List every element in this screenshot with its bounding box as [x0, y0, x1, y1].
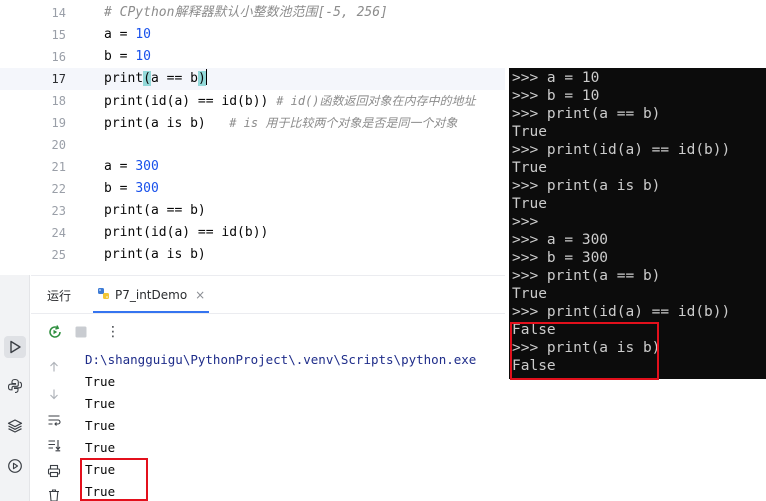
- console-output-line: True: [85, 440, 116, 455]
- terminal-line: True: [512, 160, 547, 176]
- line-number: 23: [51, 204, 66, 218]
- code-line-19[interactable]: 19 print(a is b) # is 用于比较两个对象是否是同一个对象: [0, 112, 505, 134]
- python-console-icon[interactable]: [4, 375, 26, 397]
- code-statement: print(a == b): [104, 203, 206, 218]
- line-number: 22: [51, 182, 66, 196]
- services-icon[interactable]: [4, 455, 26, 477]
- line-number: 15: [51, 28, 66, 42]
- code-line-15[interactable]: 15 a = 10: [0, 24, 505, 46]
- code-statement: print(a is b) # is 用于比较两个对象是否是同一个对象: [104, 116, 458, 131]
- tab-label: P7_intDemo: [115, 288, 188, 302]
- code-statement: print(a == b): [104, 69, 207, 86]
- highlight-box-terminal: [510, 322, 659, 380]
- terminal-line: True: [512, 124, 547, 140]
- paren-match-open: (: [143, 71, 151, 86]
- line-number: 19: [51, 116, 66, 130]
- run-window-title: 运行: [47, 289, 72, 303]
- run-toolbar: ⋮: [31, 313, 505, 349]
- code-line-22[interactable]: 22 b = 300: [0, 178, 505, 200]
- code-line-16[interactable]: 16 b = 10: [0, 46, 505, 68]
- console-output-line: True: [85, 374, 116, 389]
- arrow-down-icon[interactable]: [45, 385, 63, 403]
- console-output-line: True: [85, 396, 116, 411]
- line-number: 16: [51, 50, 66, 64]
- code-editor[interactable]: 14 # CPython解释器默认小整数池范围[-5, 256] 15 a = …: [0, 0, 505, 275]
- tab-close-icon[interactable]: ×: [195, 288, 205, 302]
- trash-icon[interactable]: [45, 486, 63, 501]
- code-comment: # CPython解释器默认小整数池范围[-5, 256]: [104, 5, 388, 20]
- code-line-25[interactable]: 25 print(a is b): [0, 244, 505, 266]
- line-number: 24: [51, 226, 66, 240]
- code-line-24[interactable]: 24 print(id(a) == id(b)): [0, 222, 505, 244]
- text-caret: [205, 69, 207, 85]
- more-options-button[interactable]: ⋮: [103, 322, 123, 342]
- terminal-line: >>> b = 10: [512, 88, 600, 104]
- code-line-17-current[interactable]: 17 print(a == b): [0, 68, 505, 90]
- code-line-18[interactable]: 18 print(id(a) == id(b)) # id()函数返回对象在内存…: [0, 90, 505, 112]
- terminal-line: >>> print(a == b): [512, 268, 661, 284]
- code-line-14[interactable]: 14 # CPython解释器默认小整数池范围[-5, 256]: [0, 2, 505, 24]
- terminal-line: >>> print(id(a) == id(b)): [512, 304, 731, 320]
- code-line-23[interactable]: 23 print(a == b): [0, 200, 505, 222]
- terminal-line: >>> print(a == b): [512, 106, 661, 122]
- code-statement: print(id(a) == id(b)) # id()函数返回对象在内存中的地…: [104, 94, 476, 109]
- highlight-box-console: [80, 458, 148, 501]
- tool-window-strip: [0, 275, 30, 501]
- console-interpreter-path: D:\shangguigu\PythonProject\.venv\Script…: [85, 352, 477, 367]
- terminal-line: >>> b = 300: [512, 250, 609, 266]
- soft-wrap-icon[interactable]: [45, 411, 63, 429]
- code-statement: b = 10: [104, 49, 151, 64]
- scroll-to-end-icon[interactable]: [45, 436, 63, 454]
- terminal-line: >>> a = 10: [512, 70, 600, 86]
- terminal-line: >>> print(a is b): [512, 178, 661, 194]
- rerun-button[interactable]: [45, 322, 65, 342]
- terminal-line: True: [512, 286, 547, 302]
- console-output-line: True: [85, 418, 116, 433]
- terminal-line: >>> a = 300: [512, 232, 609, 248]
- layers-icon[interactable]: [4, 415, 26, 437]
- terminal-line: >>> print(id(a) == id(b)): [512, 142, 731, 158]
- code-statement: a = 300: [104, 159, 159, 174]
- terminal-line: True: [512, 196, 547, 212]
- line-number: 18: [51, 94, 66, 108]
- run-tool-window-header: 运行 P7_intDemo ×: [31, 275, 505, 313]
- print-icon[interactable]: [45, 462, 63, 480]
- code-comment: # is 用于比较两个对象是否是同一个对象: [229, 116, 458, 130]
- stop-button[interactable]: [71, 322, 91, 342]
- line-number: 20: [51, 138, 66, 152]
- tab-p7-intdemo[interactable]: P7_intDemo ×: [97, 276, 205, 314]
- python-file-icon: [97, 286, 111, 305]
- terminal-line: >>>: [512, 214, 539, 230]
- line-number: 14: [51, 6, 66, 20]
- code-line-20[interactable]: 20: [0, 134, 505, 156]
- arrow-up-icon[interactable]: [45, 358, 63, 376]
- code-statement: b = 300: [104, 181, 159, 196]
- line-number: 17: [51, 72, 66, 86]
- line-number: 21: [51, 160, 66, 174]
- code-statement: a = 10: [104, 27, 151, 42]
- code-statement: print(id(a) == id(b)): [104, 225, 269, 240]
- code-line-21[interactable]: 21 a = 300: [0, 156, 505, 178]
- console-gutter: [31, 349, 75, 501]
- code-comment: # id()函数返回对象在内存中的地址: [276, 94, 476, 108]
- paren-match-close: ): [197, 71, 206, 86]
- line-number: 25: [51, 248, 66, 262]
- code-statement: print(a is b): [104, 247, 206, 262]
- run-tool-icon[interactable]: [4, 336, 26, 358]
